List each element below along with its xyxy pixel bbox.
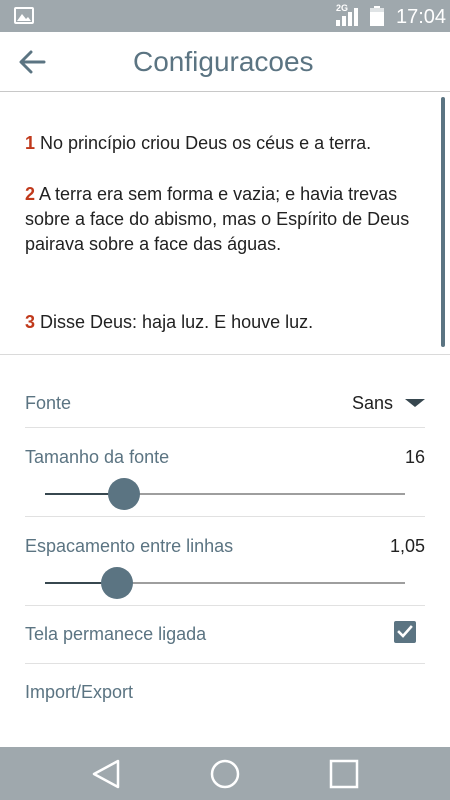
screen-on-checkbox[interactable] <box>394 621 416 643</box>
font-size-setting: Tamanho da fonte 16 <box>25 428 425 517</box>
verse-number: 3 <box>25 312 36 332</box>
font-size-value: 16 <box>404 447 425 467</box>
signal-icon <box>336 8 358 26</box>
line-spacing-slider[interactable] <box>45 567 405 599</box>
import-export-label: Import/Export <box>25 682 134 702</box>
verse-text: A terra era sem forma e vazia; e havia t… <box>25 184 410 254</box>
settings-list: Fonte Sans Tamanho da fonte 16 Espacamen… <box>25 356 425 722</box>
line-spacing-label: Espacamento entre linhas <box>25 536 234 556</box>
page-title: Configuracoes <box>133 46 314 77</box>
dropdown-arrow-icon <box>405 399 425 407</box>
back-triangle-icon[interactable] <box>88 757 124 791</box>
font-label: Fonte <box>25 393 72 413</box>
line-spacing-setting: Espacamento entre linhas 1,05 <box>25 517 425 606</box>
verse-3: 3 Disse Deus: haja luz. E houve luz. <box>25 310 425 335</box>
font-size-label: Tamanho da fonte <box>25 447 170 467</box>
font-value: Sans <box>351 392 393 413</box>
line-spacing-value: 1,05 <box>389 536 425 556</box>
navigation-bar <box>0 747 450 800</box>
back-button[interactable] <box>12 44 52 80</box>
clock: 17:04 <box>396 6 447 28</box>
font-setting[interactable]: Fonte Sans <box>25 356 425 428</box>
verse-1: 1 No princípio criou Deus os céus e a te… <box>25 131 425 156</box>
verse-text: No princípio criou Deus os céus e a terr… <box>35 133 372 153</box>
slider-thumb[interactable] <box>101 567 133 599</box>
screen-on-label: Tela permanece ligada <box>25 624 207 644</box>
slider-thumb[interactable] <box>108 478 140 510</box>
verse-2: 2 A terra era sem forma e vazia; e havia… <box>25 182 425 257</box>
font-size-slider[interactable] <box>45 478 405 510</box>
home-circle-icon[interactable] <box>207 757 243 791</box>
preview-scrollbar[interactable] <box>441 97 445 347</box>
app-bar: Configuracoes <box>0 32 450 92</box>
import-export-item[interactable]: Import/Export <box>25 664 425 722</box>
verse-number: 2 <box>25 184 36 204</box>
verse-number: 1 <box>25 133 36 153</box>
screen-on-setting[interactable]: Tela permanece ligada <box>25 606 425 664</box>
text-preview[interactable]: 1 No princípio criou Deus os céus e a te… <box>0 93 450 355</box>
image-icon <box>14 7 34 24</box>
verse-text: Disse Deus: haja luz. E houve luz. <box>35 312 314 332</box>
checkmark-icon <box>397 625 413 638</box>
arrow-left-icon <box>19 50 46 74</box>
status-bar: 2G 17:04 <box>0 0 450 32</box>
recents-square-icon[interactable] <box>326 757 362 791</box>
battery-icon <box>370 6 384 26</box>
font-dropdown[interactable]: Sans <box>352 390 425 416</box>
